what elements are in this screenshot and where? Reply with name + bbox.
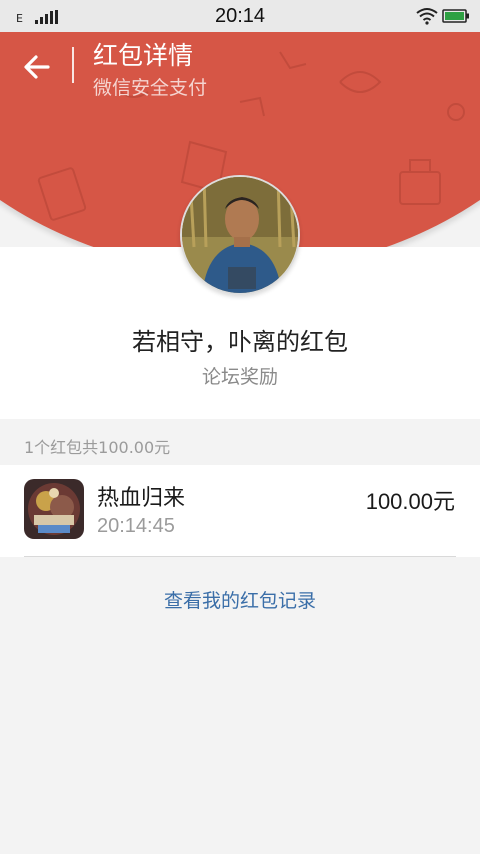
greeting-message: 论坛奖励: [201, 366, 278, 388]
wifi-icon: [416, 8, 438, 25]
title-divider: [72, 47, 74, 83]
received-amount: 100.00元: [365, 489, 455, 514]
packet-summary: 1个红包共100.00元: [24, 438, 171, 457]
page-title: 红包详情: [93, 41, 194, 70]
recipient-name: 热血归来: [97, 486, 186, 511]
view-history-link[interactable]: 查看我的红包记录: [0, 586, 480, 613]
received-time: 20:14:45: [97, 515, 175, 537]
status-time: 20:14: [214, 5, 266, 27]
sender-name: 若相守，卟离的红包: [132, 328, 348, 356]
battery-icon: [442, 9, 469, 23]
recipient-avatar: [24, 479, 84, 539]
sender-avatar: [180, 175, 300, 295]
divider: [24, 556, 456, 557]
back-arrow-icon[interactable]: [20, 50, 54, 84]
list-item[interactable]: 热血归来 20:14:45 100.00元: [0, 465, 480, 557]
status-bar: E 20:14: [0, 0, 480, 32]
page-subtitle: 微信安全支付: [93, 77, 208, 99]
